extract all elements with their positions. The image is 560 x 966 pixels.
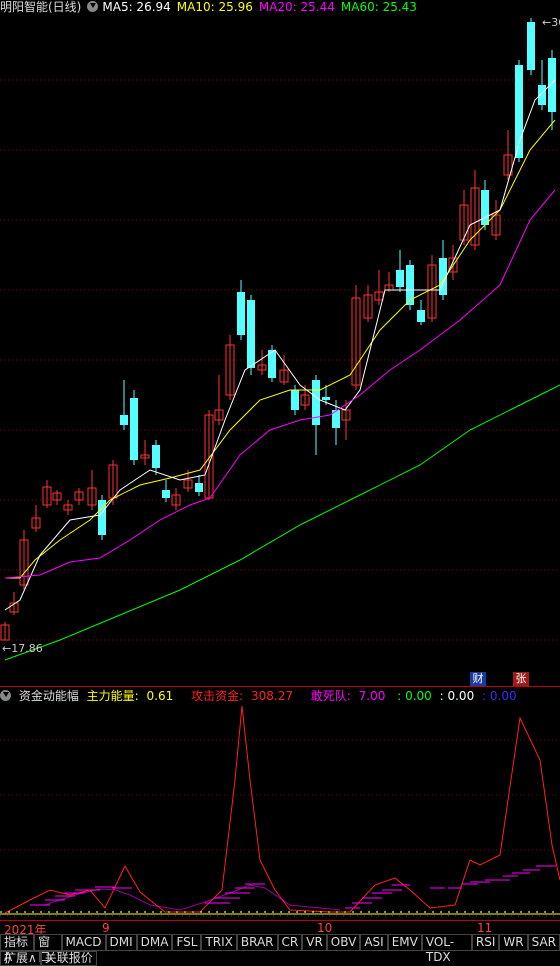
value-blue: : 0.00 [482, 689, 517, 703]
ma5-line [4, 79, 556, 611]
candle [548, 58, 556, 112]
candle [152, 445, 160, 468]
tab-dma[interactable]: DMA [136, 934, 173, 951]
tab-vr[interactable]: VR [302, 934, 327, 951]
candle [396, 270, 404, 287]
main-energy-value: 0.61 [146, 689, 174, 703]
candle [195, 483, 203, 492]
x-label-10: 10 [317, 921, 333, 935]
tab-macd[interactable]: MACD [61, 934, 106, 951]
candle [237, 292, 245, 335]
tab-sar[interactable]: SAR [527, 934, 560, 951]
candle [417, 310, 425, 322]
tab-emv[interactable]: EMV [387, 934, 422, 951]
tab-dmi[interactable]: DMI [105, 934, 137, 951]
tab-obv[interactable]: OBV [326, 934, 361, 951]
tab-fsl[interactable]: FSL [172, 934, 202, 951]
tab-vol-tdx[interactable]: VOL-TDX [421, 934, 472, 964]
tab-trix[interactable]: TRIX [201, 934, 237, 951]
value-green: : 0.00 [397, 689, 432, 703]
indicator-name: 资金动能幅 [18, 689, 79, 703]
candle [291, 390, 299, 410]
tab-asi[interactable]: ASI [360, 934, 388, 951]
dare-squad-label: 敢死队: [310, 689, 351, 703]
ma10-label: MA10: 25.96 [176, 0, 253, 14]
main-energy-label: 主力能量: [86, 689, 139, 703]
candlestick-chart[interactable]: ←36 ←17.86 [0, 14, 560, 686]
chart-header: 明阳智能(日线) MA5: 26.94 MA10: 25.96 MA20: 25.44… [0, 0, 560, 14]
x-label-11: 11 [477, 921, 493, 935]
candle [527, 22, 535, 70]
indicator-tabs: 指标A 窗口 MACD DMI DMA FSL TRIX BRAR CR VR … [0, 934, 560, 964]
rise-badge[interactable]: 张 [513, 672, 529, 686]
tab-window[interactable]: 窗口 [34, 934, 62, 964]
tab-rsi[interactable]: RSI [471, 934, 500, 951]
tab-wr[interactable]: WR [499, 934, 528, 951]
candle [130, 398, 138, 460]
x-axis: 2021年 9 10 11 [0, 920, 560, 937]
indicator-header: 资金动能幅 主力能量: 0.61 攻击资金: 308.27 敢死队: 7.00 … [0, 688, 560, 704]
indicator-chart[interactable] [0, 704, 560, 920]
dare-squad-value: 7.00 [358, 689, 386, 703]
indicator-settings-icon[interactable] [0, 690, 11, 701]
value-white: : 0.00 [439, 689, 475, 703]
tab-brar[interactable]: BRAR [236, 934, 278, 951]
tab-indicator-a[interactable]: 指标A [0, 934, 35, 964]
high-price-label: ←36 [542, 16, 560, 29]
candle [538, 85, 546, 105]
candle [247, 300, 255, 368]
candle [120, 415, 128, 425]
dare-squad-line [44, 884, 341, 911]
tab-cr[interactable]: CR [277, 934, 303, 951]
finance-badge[interactable]: 财 [470, 672, 486, 686]
ma-settings-icon[interactable] [87, 1, 99, 12]
attack-fund-label: 攻击资金: [191, 689, 244, 703]
low-price-label: ←17.86 [2, 642, 43, 655]
candle [162, 490, 170, 498]
ma20-line [4, 189, 556, 579]
tab-expand[interactable]: 扩展∧ [0, 951, 41, 966]
x-label-9: 9 [102, 921, 110, 935]
candle [481, 190, 489, 225]
ma5-label: MA5: 26.94 [102, 0, 171, 14]
attack-fund-value: 308.27 [250, 689, 293, 703]
main-divider [0, 686, 560, 687]
ma20-label: MA20: 25.44 [258, 0, 335, 14]
tab-related-quotes[interactable]: 关联报价 [40, 951, 97, 966]
candle [322, 397, 330, 400]
stock-title: 明阳智能(日线) [0, 0, 82, 14]
bottom-tabs: 扩展∧ 关联报价 [0, 951, 560, 966]
ma60-label: MA60: 25.43 [340, 0, 417, 14]
ma10-line [5, 119, 556, 579]
